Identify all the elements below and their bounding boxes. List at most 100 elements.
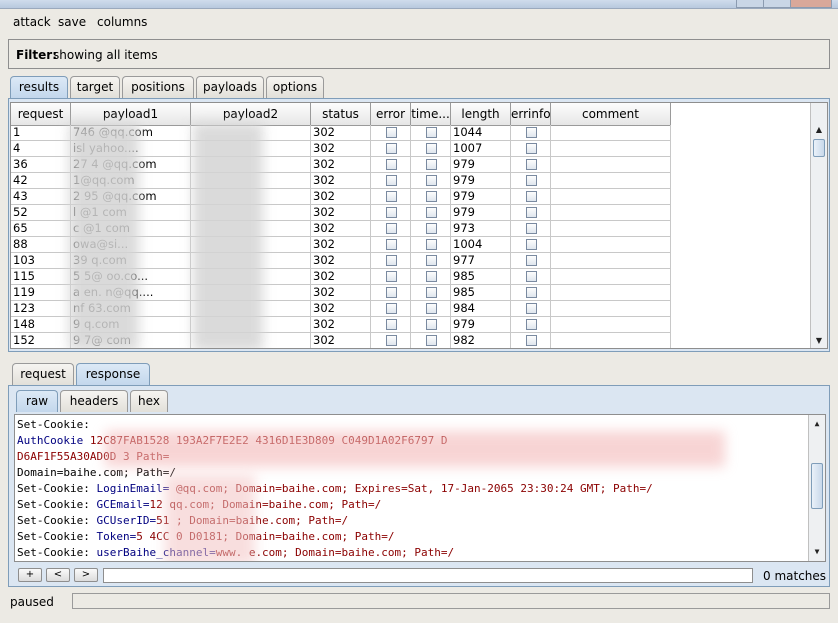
cell-timeout	[411, 317, 451, 333]
checkbox[interactable]	[385, 191, 397, 202]
status-bar: paused	[4, 592, 834, 612]
col-error[interactable]: error	[371, 103, 411, 125]
checkbox[interactable]	[525, 143, 537, 154]
col-status[interactable]: status	[311, 103, 371, 125]
tab-options[interactable]: options	[266, 76, 324, 98]
checkbox[interactable]	[425, 319, 437, 330]
checkbox[interactable]	[385, 207, 397, 218]
menu-attack[interactable]: attack	[13, 15, 51, 29]
checkbox[interactable]	[385, 271, 397, 282]
scroll-thumb[interactable]	[813, 139, 825, 157]
cell-errinfo	[511, 141, 551, 157]
header-name: Set-Cookie:	[17, 418, 90, 431]
checkbox[interactable]	[425, 175, 437, 186]
col-payload1[interactable]: payload1	[71, 103, 191, 125]
checkbox[interactable]	[385, 239, 397, 250]
tab-raw[interactable]: raw	[16, 390, 58, 412]
checkbox[interactable]	[385, 319, 397, 330]
filter-bar[interactable]: Filter: showing all items	[8, 39, 830, 69]
checkbox[interactable]	[425, 271, 437, 282]
main-tabs: results target positions payloads option…	[8, 76, 338, 99]
checkbox[interactable]	[525, 271, 537, 282]
tab-positions[interactable]: positions	[122, 76, 194, 98]
response-text-area[interactable]: Set-Cookie:AuthCookie 12C87FAB1528 193A2…	[14, 414, 826, 562]
search-prev-button[interactable]: <	[46, 568, 70, 582]
table-scrollbar[interactable]: ▲ ▼	[810, 103, 827, 348]
checkbox[interactable]	[425, 303, 437, 314]
col-length[interactable]: length	[451, 103, 511, 125]
checkbox[interactable]	[425, 143, 437, 154]
col-request[interactable]: request	[11, 103, 71, 125]
cell-errinfo	[511, 189, 551, 205]
tab-response[interactable]: response	[76, 363, 150, 385]
checkbox[interactable]	[525, 335, 537, 346]
checkbox[interactable]	[425, 239, 437, 250]
checkbox[interactable]	[525, 303, 537, 314]
menu-save[interactable]: save	[58, 15, 86, 29]
checkbox[interactable]	[385, 159, 397, 170]
checkbox[interactable]	[425, 191, 437, 202]
checkbox[interactable]	[525, 127, 537, 138]
checkbox[interactable]	[385, 223, 397, 234]
checkbox[interactable]	[525, 223, 537, 234]
tab-hex[interactable]: hex	[130, 390, 168, 412]
scroll-down-arrow-icon[interactable]: ▼	[812, 334, 826, 348]
cell-comment	[551, 301, 671, 317]
checkbox[interactable]	[425, 127, 437, 138]
cookie-name: GCUserID=	[96, 514, 157, 527]
cell-errinfo	[511, 269, 551, 285]
checkbox[interactable]	[425, 255, 437, 266]
scroll-thumb[interactable]	[811, 463, 823, 509]
cell-length: 985	[451, 285, 511, 301]
col-timeout[interactable]: time...	[411, 103, 451, 125]
checkbox[interactable]	[385, 175, 397, 186]
minimize-button[interactable]	[736, 0, 764, 8]
col-comment[interactable]: comment	[551, 103, 671, 125]
checkbox[interactable]	[425, 223, 437, 234]
checkbox[interactable]	[525, 319, 537, 330]
checkbox[interactable]	[425, 287, 437, 298]
checkbox[interactable]	[525, 239, 537, 250]
scroll-up-arrow-icon[interactable]: ▲	[810, 417, 824, 431]
menu-columns[interactable]: columns	[97, 15, 147, 29]
checkbox[interactable]	[385, 127, 397, 138]
search-next-button[interactable]: >	[74, 568, 98, 582]
checkbox[interactable]	[425, 335, 437, 346]
search-add-button[interactable]: +	[18, 568, 42, 582]
checkbox[interactable]	[525, 191, 537, 202]
detail-tabs: request response	[8, 363, 168, 386]
cell-status: 302	[311, 285, 371, 301]
cell-length: 979	[451, 173, 511, 189]
checkbox[interactable]	[525, 255, 537, 266]
col-errinfo[interactable]: errinfo	[511, 103, 551, 125]
col-payload2[interactable]: payload2	[191, 103, 311, 125]
scroll-down-arrow-icon[interactable]: ▼	[810, 545, 824, 559]
search-input[interactable]	[103, 568, 753, 583]
response-scrollbar[interactable]: ▲ ▼	[808, 415, 825, 561]
cell-errinfo	[511, 317, 551, 333]
cell-status: 302	[311, 237, 371, 253]
tab-headers[interactable]: headers	[60, 390, 128, 412]
checkbox[interactable]	[525, 207, 537, 218]
scroll-up-arrow-icon[interactable]: ▲	[812, 123, 826, 137]
checkbox[interactable]	[385, 335, 397, 346]
response-line: Domain=baihe.com; Path=/	[17, 465, 176, 481]
checkbox[interactable]	[425, 207, 437, 218]
checkbox[interactable]	[385, 303, 397, 314]
checkbox[interactable]	[425, 159, 437, 170]
cell-timeout	[411, 173, 451, 189]
close-button[interactable]	[790, 0, 832, 8]
checkbox[interactable]	[525, 287, 537, 298]
checkbox[interactable]	[525, 175, 537, 186]
cell-status: 302	[311, 317, 371, 333]
tab-target[interactable]: target	[70, 76, 120, 98]
cell-error	[371, 301, 411, 317]
checkbox[interactable]	[525, 159, 537, 170]
checkbox[interactable]	[385, 255, 397, 266]
maximize-button[interactable]	[763, 0, 791, 8]
checkbox[interactable]	[385, 287, 397, 298]
tab-request[interactable]: request	[12, 363, 74, 385]
tab-payloads[interactable]: payloads	[196, 76, 264, 98]
tab-results[interactable]: results	[10, 76, 68, 98]
checkbox[interactable]	[385, 143, 397, 154]
